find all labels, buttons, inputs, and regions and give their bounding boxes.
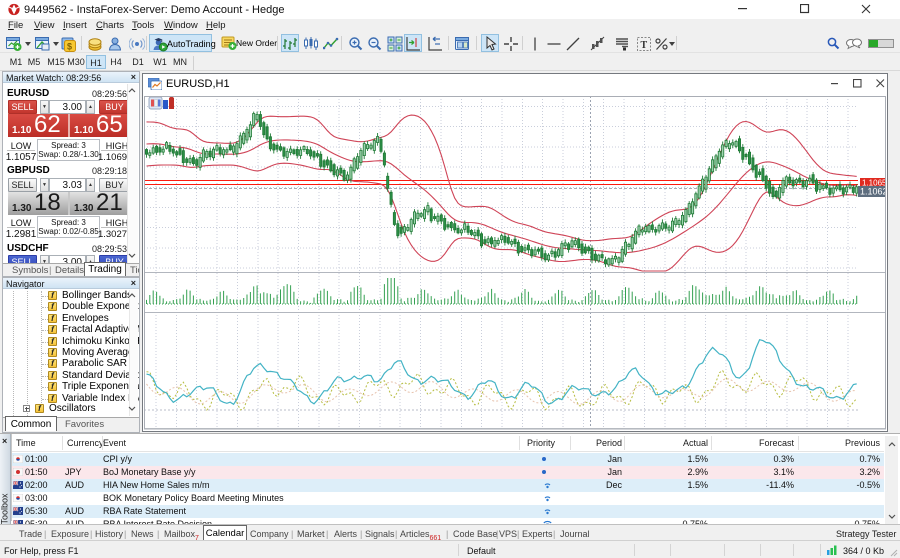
svg-text:1.1062: 1.1062 (860, 187, 886, 197)
svg-text:$: $ (67, 42, 72, 52)
svg-text:T: T (641, 40, 648, 51)
